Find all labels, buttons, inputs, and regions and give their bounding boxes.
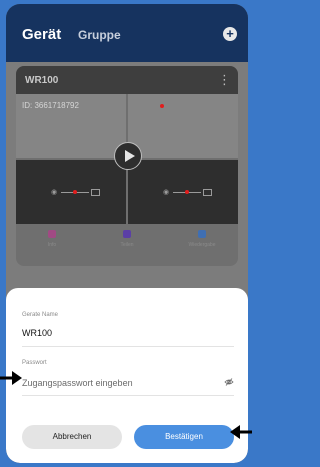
monitor-icon (91, 189, 100, 196)
arrow-right-icon (0, 371, 22, 385)
tab-device[interactable]: Gerät (22, 26, 61, 43)
device-name-label: Gerate Name (22, 312, 59, 318)
device-actions: Info Teilen Wiedergabe (16, 224, 238, 264)
action-share[interactable]: Teilen (97, 230, 157, 248)
gift-icon (48, 230, 56, 238)
share-icon (123, 230, 131, 238)
add-device-button[interactable]: + (223, 27, 237, 41)
action-label: Info (47, 242, 57, 248)
connection-status: ◉ (128, 189, 238, 197)
top-bar: Gerät Gruppe + (6, 4, 248, 62)
divider (22, 346, 234, 347)
divider (22, 395, 234, 396)
device-name: WR100 (25, 75, 59, 86)
password-dialog: Gerate Name WR100 Passwort Abbrechen Bes… (6, 288, 248, 463)
status-dot (73, 190, 77, 194)
action-label: Teilen (120, 242, 134, 248)
status-dot (185, 190, 189, 194)
action-playback[interactable]: Wiedergabe (172, 230, 232, 248)
arrow-left-icon (230, 425, 252, 439)
password-input[interactable] (22, 376, 212, 390)
video-cell: ◉ (128, 160, 238, 224)
camera-icon: ◉ (163, 189, 170, 196)
confirm-button[interactable]: Bestätigen (134, 425, 234, 449)
cancel-button[interactable]: Abbrechen (22, 425, 122, 449)
monitor-icon (203, 189, 212, 196)
phone-screen: Gerät Gruppe + WR100 ⋮ ID: 3661718792 ◉ (6, 4, 248, 463)
video-cell: ID: 3661718792 (16, 94, 126, 158)
playback-icon (198, 230, 206, 238)
status-dot (160, 104, 164, 108)
action-label: Wiedergabe (188, 242, 216, 248)
device-name-value: WR100 (22, 328, 53, 338)
tab-group[interactable]: Gruppe (78, 28, 121, 42)
device-card: WR100 ⋮ ID: 3661718792 ◉ ◉ Info Teilen W… (16, 66, 238, 266)
video-cell (128, 94, 238, 158)
video-cell: ◉ (16, 160, 126, 224)
video-preview[interactable]: ID: 3661718792 ◉ ◉ (16, 94, 238, 224)
connection-status: ◉ (16, 189, 126, 197)
device-id: ID: 3661718792 (22, 101, 79, 110)
device-card-header: WR100 ⋮ (16, 66, 238, 94)
camera-icon: ◉ (51, 189, 58, 196)
action-info[interactable]: Info (22, 230, 82, 248)
more-options-icon[interactable]: ⋮ (218, 70, 231, 90)
hide-password-icon[interactable] (224, 377, 234, 387)
play-icon[interactable] (114, 142, 142, 170)
password-label: Passwort (22, 360, 47, 366)
